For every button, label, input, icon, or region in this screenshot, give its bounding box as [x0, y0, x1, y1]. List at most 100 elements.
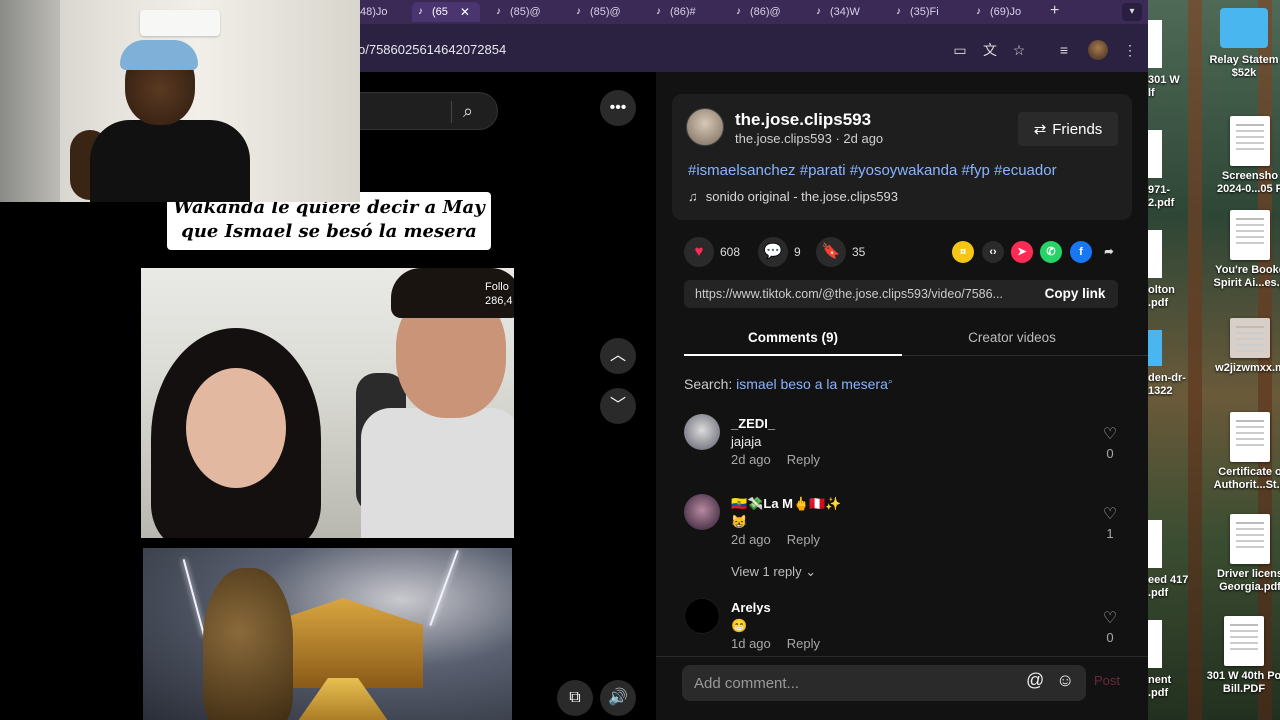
- music-note-icon: ♫: [688, 189, 698, 204]
- comment-author[interactable]: 🇪🇨💸La M🖕🇵🇪✨: [731, 496, 842, 512]
- browser-tab[interactable]: ♪ (69)Jo: [976, 2, 1021, 22]
- picture-in-picture-icon[interactable]: ⧉: [557, 680, 593, 716]
- close-icon[interactable]: ✕: [460, 5, 470, 19]
- comment-like-button[interactable]: ♡ 1: [1098, 504, 1122, 541]
- overlay-line: 286,4: [485, 295, 513, 307]
- comment-button[interactable]: 💬 9: [758, 237, 801, 267]
- browser-tab[interactable]: ♪ (85)@: [576, 2, 621, 22]
- desktop-file-partial[interactable]: 301 W lf: [1148, 20, 1188, 100]
- tab-title: (65: [432, 6, 448, 18]
- person-figure: [361, 408, 514, 538]
- whatsapp-icon[interactable]: ✆: [1040, 241, 1062, 263]
- document-icon: [1224, 616, 1264, 666]
- copy-link-button[interactable]: Copy link: [1032, 280, 1118, 308]
- chevron-up-icon[interactable]: ︿: [600, 338, 636, 374]
- tiktok-icon: ♪: [656, 6, 661, 17]
- document-icon: [1230, 210, 1270, 260]
- like-button[interactable]: ♥ 608: [684, 237, 740, 267]
- install-app-icon[interactable]: ▭: [950, 40, 970, 60]
- browser-tab-active[interactable]: ♪ (65 ✕: [412, 2, 480, 22]
- browser-tab[interactable]: ♪ (85)@: [496, 2, 541, 22]
- like-count: 608: [720, 245, 741, 259]
- browser-tab[interactable]: ♪ (35)Fi: [896, 2, 939, 22]
- comment-like-button[interactable]: ♡ 0: [1098, 608, 1122, 645]
- comment-like-button[interactable]: ♡ 0: [1098, 424, 1122, 461]
- tiktok-icon: ♪: [816, 6, 821, 17]
- save-button[interactable]: 🔖 35: [816, 237, 865, 267]
- desktop-file-partial[interactable]: olton .pdf: [1148, 230, 1188, 310]
- person-face: [186, 368, 286, 488]
- comment-time: 2d ago: [731, 532, 771, 547]
- desktop-file-partial[interactable]: 971- 2.pdf: [1148, 130, 1188, 210]
- video-player[interactable]: Wakanda le quiere decir a May que Ismael…: [141, 192, 514, 720]
- search-prefix: Search:: [684, 376, 733, 392]
- avatar[interactable]: [684, 598, 720, 634]
- reply-button[interactable]: Reply: [787, 636, 820, 651]
- chevron-down-icon[interactable]: ﹀: [600, 388, 636, 424]
- coin-icon[interactable]: ¤: [952, 241, 974, 263]
- comment-author[interactable]: Arelys: [731, 600, 771, 615]
- mention-icon[interactable]: @: [1026, 670, 1044, 691]
- tab-search-button[interactable]: ▾: [1122, 3, 1142, 21]
- tiktok-icon: ♪: [896, 6, 901, 17]
- desktop-file-partial[interactable]: eed 417 .pdf: [1148, 520, 1188, 600]
- desktop-file[interactable]: 301 W 40th Po Bill.PDF: [1204, 616, 1280, 696]
- music-label: sonido original - the.jose.clips593: [705, 189, 898, 204]
- view-replies-label: View 1 reply: [731, 564, 802, 579]
- document-icon: [1148, 520, 1162, 568]
- tiktok-icon: ♪: [576, 6, 581, 17]
- repost-icon[interactable]: ➤: [1011, 241, 1033, 263]
- translate-icon[interactable]: 文: [980, 40, 1000, 60]
- embed-icon[interactable]: ‹›: [982, 241, 1004, 263]
- browser-tab[interactable]: ♪ (86)@: [736, 2, 781, 22]
- media-control-icon[interactable]: ≡: [1054, 40, 1074, 60]
- avatar[interactable]: [684, 414, 720, 450]
- view-replies-button[interactable]: View 1 reply ⌄: [731, 564, 816, 580]
- link-box: https://www.tiktok.com/@the.jose.clips59…: [684, 280, 1118, 308]
- search-icon[interactable]: ⌕: [463, 101, 473, 122]
- profile-avatar[interactable]: [1088, 40, 1108, 60]
- desktop-file[interactable]: You're Booke Spirit Ai...es.p: [1210, 210, 1280, 290]
- browser-tab[interactable]: ♪ (34)W: [816, 2, 860, 22]
- video-link[interactable]: https://www.tiktok.com/@the.jose.clips59…: [695, 287, 1035, 301]
- desktop-file-partial[interactable]: den-dr- 1322: [1148, 330, 1188, 398]
- lightning: [429, 550, 459, 626]
- avatar[interactable]: [684, 494, 720, 530]
- volume-icon[interactable]: 🔊: [600, 680, 636, 716]
- more-vert-icon[interactable]: ⋮: [1120, 40, 1140, 60]
- url-field[interactable]: o/7586025614642072854: [358, 42, 506, 57]
- author-name[interactable]: the.jose.clips593: [735, 110, 871, 130]
- more-options-button[interactable]: •••: [600, 90, 636, 126]
- tab-creator-videos[interactable]: Creator videos: [902, 330, 1122, 345]
- browser-tab[interactable]: ♪ (86)#: [656, 2, 696, 22]
- music-info[interactable]: ♫ sonido original - the.jose.clips593: [688, 189, 898, 204]
- facebook-icon[interactable]: f: [1070, 241, 1092, 263]
- search-query[interactable]: ismael beso a la mesera: [736, 376, 888, 392]
- hashtags[interactable]: #ismaelsanchez #parati #yosoywakanda #fy…: [688, 162, 1057, 179]
- desktop-file[interactable]: Screensho 2024-0...05 P: [1210, 116, 1280, 196]
- post-button[interactable]: Post: [1094, 673, 1120, 688]
- action-row: ♥ 608 💬 9 🔖 35 ¤ ‹› ➤ ✆ f ➦: [684, 237, 1124, 267]
- comment-author[interactable]: _ZEDI_: [731, 416, 775, 431]
- desktop-file[interactable]: w2jizwmxx.m: [1210, 318, 1280, 375]
- related-search[interactable]: Search: ismael beso a la mesera⌕: [684, 376, 893, 392]
- star-icon[interactable]: ☆: [1009, 40, 1029, 60]
- new-tab-button[interactable]: +: [1050, 2, 1059, 20]
- share-icon[interactable]: ➦: [1098, 241, 1120, 263]
- heart-outline-icon: ♡: [1102, 610, 1118, 627]
- document-icon: [1230, 514, 1270, 564]
- desktop-folder[interactable]: Relay Statem $52k: [1204, 8, 1280, 80]
- like-count: 0: [1106, 630, 1114, 645]
- emoji-icon[interactable]: ☺: [1056, 670, 1074, 691]
- reply-button[interactable]: Reply: [787, 452, 820, 467]
- author-avatar[interactable]: [686, 108, 724, 146]
- browser-tab[interactable]: 48)Jo: [360, 2, 388, 22]
- search-input[interactable]: ⌕: [358, 92, 498, 130]
- desktop-file[interactable]: Driver licens Georgia.pdf: [1210, 514, 1280, 594]
- friends-button[interactable]: ⇄ Friends: [1018, 112, 1118, 146]
- caption-line: que Ismael se besó la mesera: [181, 221, 477, 242]
- reply-button[interactable]: Reply: [787, 532, 820, 547]
- tab-comments[interactable]: Comments (9): [684, 330, 902, 345]
- desktop-file[interactable]: Certificate o Authorit...St.p: [1210, 412, 1280, 492]
- desktop-file-partial[interactable]: nent .pdf: [1148, 620, 1188, 700]
